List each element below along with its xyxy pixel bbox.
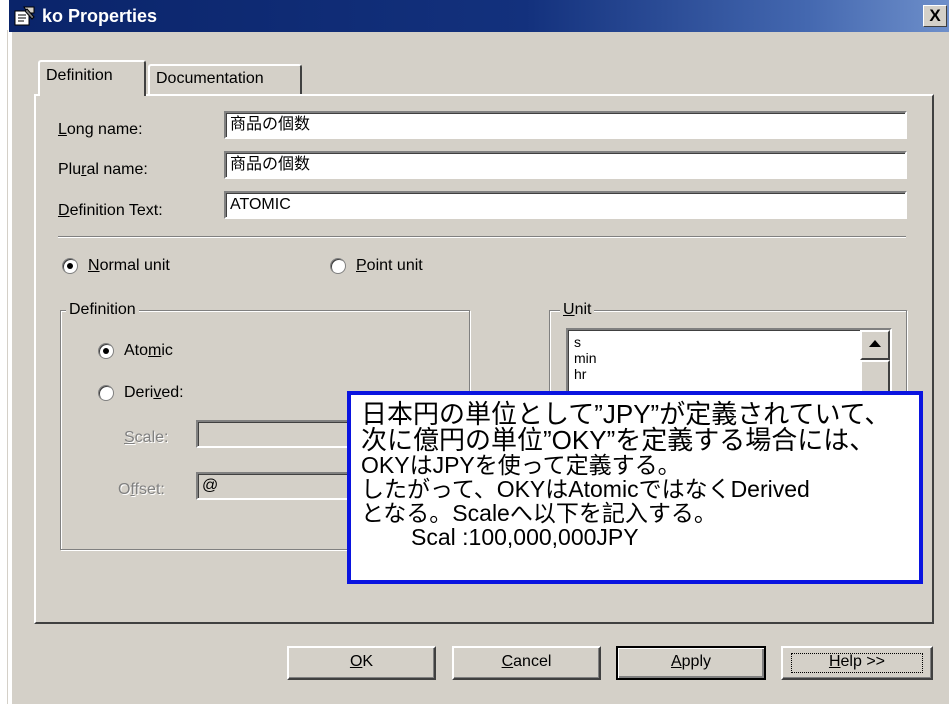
close-icon: X (929, 6, 941, 25)
cancel-button[interactable]: Cancel (452, 646, 601, 680)
annotation-line: したがって、OKYはAtomicではなくDerived (361, 476, 810, 502)
annotation-line: となる。Scaleへ以下を記入する。 (361, 500, 717, 526)
window-edge (0, 0, 12, 704)
help-button[interactable]: Help >> (781, 646, 933, 680)
focus-ring (791, 653, 923, 673)
annotation-line: Scal :100,000,000JPY (411, 524, 639, 550)
annotation-line: 日本円の単位として”JPY”が定義されていて、 (361, 399, 891, 429)
properties-icon (14, 5, 36, 27)
apply-button[interactable]: Apply (616, 646, 766, 680)
tab-label: Documentation (156, 70, 264, 87)
annotation-callout: 日本円の単位として”JPY”が定義されていて、 次に億円の単位”OKY”を定義す… (347, 391, 923, 584)
annotation-line: OKYはJPYを使って定義する。 (361, 452, 681, 478)
window-edge-line (7, 30, 9, 704)
tab-label: Definition (46, 67, 113, 84)
ok-button[interactable]: OK (287, 646, 436, 680)
tab-documentation[interactable]: Documentation (148, 64, 302, 94)
tab-definition[interactable]: Definition (38, 60, 146, 96)
close-button[interactable]: X (923, 5, 947, 27)
annotation-line: 次に億円の単位”OKY”を定義する場合には、 (361, 425, 876, 455)
window-title: ko Properties (42, 6, 158, 26)
